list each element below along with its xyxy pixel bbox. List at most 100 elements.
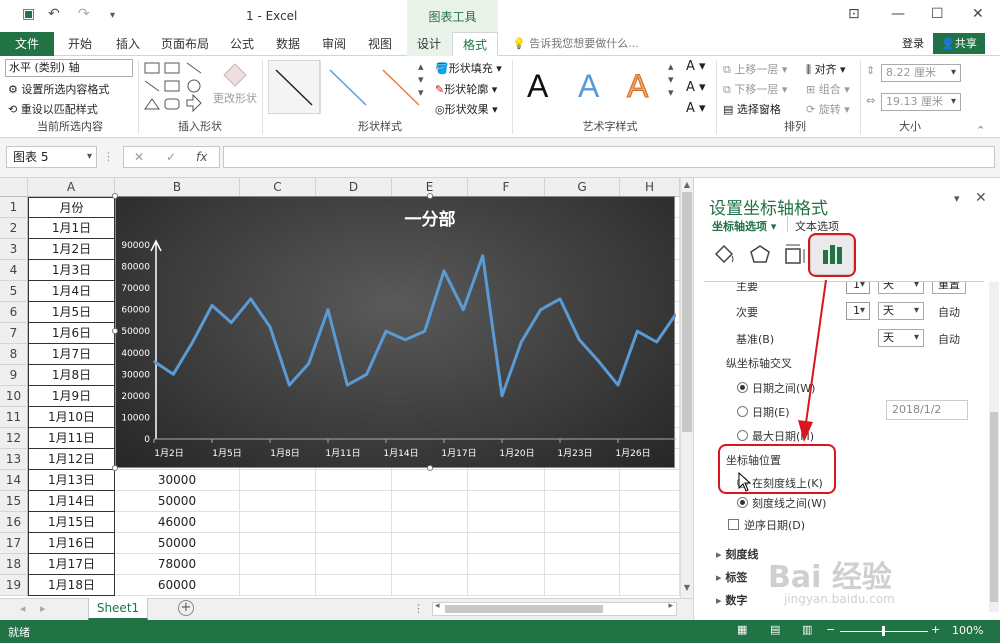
x-axis[interactable]: 1月2日 1月5日 1月8日 1月11日 1月14日 1月17日 1月20日 1月23日 1月2… — [153, 438, 676, 459]
grid-cell[interactable] — [316, 491, 392, 512]
data-point[interactable] — [578, 339, 581, 341]
resize-handle[interactable] — [427, 193, 433, 199]
grid-cell[interactable] — [468, 470, 545, 491]
grid-cell[interactable] — [316, 554, 392, 575]
fill-line-icon[interactable] — [714, 244, 734, 264]
column-header-f[interactable]: F — [468, 178, 545, 197]
share-button[interactable]: 👤共享 — [933, 33, 985, 54]
zoom-out-icon[interactable]: − — [826, 623, 835, 636]
data-point[interactable] — [617, 384, 619, 386]
maximize-icon[interactable]: ☐ — [931, 6, 944, 22]
enter-icon[interactable]: ✓ — [166, 147, 176, 167]
chart[interactable]: 一分部 0 10000 20000 30000 40000 50000 60000 70000… — [115, 196, 678, 468]
tab-home[interactable]: 开始 — [68, 32, 92, 56]
grid-cell[interactable] — [620, 575, 680, 596]
grid-cell[interactable] — [240, 575, 316, 596]
data-point[interactable] — [307, 362, 310, 365]
zoom-slider-thumb[interactable] — [882, 626, 885, 636]
column-header-d[interactable]: D — [316, 178, 392, 197]
wordart-style-blue[interactable]: A — [578, 68, 599, 105]
redo-icon[interactable]: ↷ — [78, 6, 90, 22]
column-header-b[interactable]: B — [115, 178, 240, 197]
row-header[interactable]: 7 — [0, 323, 28, 344]
shape-fill-button[interactable]: 🪣形状填充 ▾ — [435, 60, 502, 76]
normal-view-icon[interactable]: ▦ — [737, 623, 747, 636]
column-header-g[interactable]: G — [545, 178, 620, 197]
radio-max-date[interactable] — [737, 430, 748, 441]
grid-cell[interactable] — [240, 512, 316, 533]
radio-date[interactable] — [737, 406, 748, 417]
radio-date-label[interactable]: 日期(E) — [752, 404, 790, 420]
wordart-gallery-scroll[interactable]: ▴ ▾ ▾ — [668, 60, 674, 99]
grid-cell[interactable] — [620, 512, 680, 533]
scroll-down-icon[interactable]: ▼ — [681, 583, 693, 593]
row-header[interactable]: 13 — [0, 449, 28, 470]
row-header[interactable]: 19 — [0, 575, 28, 596]
cell-a[interactable]: 1月1日 — [28, 218, 115, 239]
grid-cell[interactable] — [240, 491, 316, 512]
main-unit-select[interactable]: 天 — [878, 282, 924, 294]
cell-b[interactable]: 60000 — [115, 575, 240, 596]
tab-design[interactable]: 设计 — [417, 32, 441, 56]
name-box[interactable]: 图表 5 ▾ — [6, 146, 97, 168]
page-break-view-icon[interactable]: ▥ — [802, 623, 812, 636]
sheet-tab[interactable]: Sheet1 — [88, 598, 148, 620]
data-point[interactable] — [636, 330, 639, 333]
collapse-ribbon-icon[interactable]: ⌃ — [976, 124, 985, 137]
row-header[interactable]: 12 — [0, 428, 28, 449]
grid-cell[interactable] — [316, 533, 392, 554]
namebox-dropdown-icon[interactable]: ▾ — [87, 147, 92, 167]
data-point[interactable] — [288, 384, 291, 386]
cell-a[interactable]: 1月8日 — [28, 365, 115, 386]
data-point[interactable] — [230, 321, 233, 324]
text-effects-icon[interactable]: A ▾ — [686, 101, 706, 116]
text-outline-icon[interactable]: A ▾ — [686, 80, 706, 95]
row-header[interactable]: 15 — [0, 491, 28, 512]
shapes-gallery[interactable] — [143, 60, 209, 112]
shape-style-gallery[interactable] — [268, 60, 433, 114]
grid-cell[interactable] — [545, 512, 620, 533]
grid-cell[interactable] — [316, 512, 392, 533]
grid-cell[interactable] — [468, 491, 545, 512]
row-header[interactable]: 11 — [0, 407, 28, 428]
tab-review[interactable]: 审阅 — [322, 32, 346, 56]
cell-a[interactable]: 1月18日 — [28, 575, 115, 596]
horizontal-scrollbar[interactable]: ◂ ▸ — [432, 601, 677, 616]
grid-cell[interactable] — [316, 470, 392, 491]
cell-a[interactable]: 1月14日 — [28, 491, 115, 512]
zoom-in-icon[interactable]: + — [931, 623, 940, 636]
grid-cell[interactable] — [392, 575, 468, 596]
data-point[interactable] — [404, 339, 407, 341]
cell-a[interactable]: 月份 — [28, 197, 115, 218]
cell-a[interactable]: 1月16日 — [28, 533, 115, 554]
select-all-corner[interactable] — [0, 178, 28, 197]
row-header[interactable]: 3 — [0, 239, 28, 260]
cell-a[interactable]: 1月10日 — [28, 407, 115, 428]
row-header[interactable]: 5 — [0, 281, 28, 302]
style-gallery-scroll[interactable]: ▴ ▾ ▾ — [418, 60, 424, 99]
data-point[interactable] — [211, 304, 213, 307]
column-header-c[interactable]: C — [240, 178, 316, 197]
shape-effects-button[interactable]: ◎形状效果 ▾ — [435, 101, 498, 117]
close-window-icon[interactable]: ✕ — [972, 6, 984, 22]
resize-handle[interactable] — [427, 465, 433, 471]
data-point[interactable] — [539, 308, 542, 311]
tab-format[interactable]: 格式 — [452, 32, 498, 56]
scroll-thumb[interactable] — [682, 192, 692, 432]
scroll-up-icon[interactable]: ▲ — [681, 180, 693, 190]
radio-between-tick-marks-label[interactable]: 刻度线之间(W) — [752, 495, 826, 511]
data-point[interactable] — [597, 360, 600, 363]
data-point[interactable] — [365, 373, 368, 376]
minimize-icon[interactable]: — — [891, 6, 905, 22]
minor-unit-value[interactable]: 1 — [846, 302, 870, 320]
chart-title[interactable]: 一分部 — [405, 209, 456, 230]
resize-handle[interactable] — [112, 465, 118, 471]
cell-a[interactable]: 1月7日 — [28, 344, 115, 365]
cell-a[interactable]: 1月15日 — [28, 512, 115, 533]
send-backward-button[interactable]: ⧉ 下移一层 ▾ — [723, 81, 787, 97]
grid-cell[interactable] — [316, 575, 392, 596]
bring-forward-button[interactable]: ⧉ 上移一层 ▾ — [723, 61, 787, 77]
tell-me-box[interactable]: 💡 告诉我您想要做什么... — [512, 32, 639, 56]
grid-cell[interactable] — [545, 491, 620, 512]
effects-pentagon-icon[interactable] — [750, 245, 770, 263]
